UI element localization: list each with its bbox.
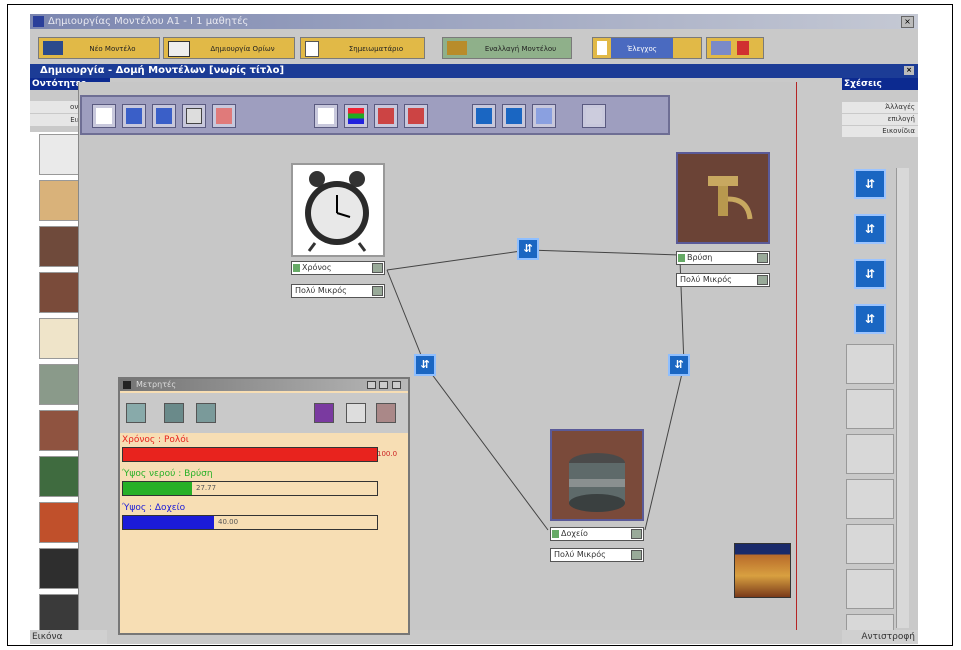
- link-faucet-pot: [644, 259, 685, 531]
- undo-button[interactable]: [582, 104, 606, 128]
- meter-bar: 27.77: [122, 481, 378, 496]
- dropdown-arrow-icon[interactable]: [757, 275, 768, 285]
- table2-button[interactable]: [404, 104, 428, 128]
- meters-dialog-titlebar: Μετρητές: [120, 379, 408, 391]
- dropdown-arrow-icon[interactable]: [757, 253, 768, 263]
- faucet-icon: [678, 154, 768, 242]
- faucet-name-field[interactable]: Βρύση: [676, 251, 770, 265]
- pause-button[interactable]: [472, 104, 496, 128]
- save-as-button[interactable]: [152, 104, 176, 128]
- undo-icon: [586, 108, 602, 124]
- link-clock-pot: [386, 269, 549, 531]
- dropdown-arrow-icon[interactable]: [631, 529, 642, 539]
- graph-button[interactable]: [314, 104, 338, 128]
- meter-bar: 100.0: [122, 447, 397, 462]
- meter-fill: [123, 482, 192, 495]
- relation-clock-pot-icon[interactable]: ⇵: [414, 354, 436, 376]
- dialog-close-button[interactable]: [392, 381, 401, 389]
- dialog-icon: [123, 381, 131, 389]
- save-button[interactable]: [122, 104, 146, 128]
- meter-bar: 40.00: [122, 515, 378, 530]
- minimize-button[interactable]: [367, 381, 376, 389]
- meter-fill: [123, 516, 214, 529]
- meters-dialog-toolbar: [120, 393, 408, 433]
- new-file-icon: [96, 108, 112, 124]
- stop-sim-icon: [506, 108, 522, 124]
- canvas-toolbar: [80, 95, 670, 135]
- meter-settings-button[interactable]: [346, 403, 366, 423]
- dropdown-arrow-icon[interactable]: [372, 286, 383, 296]
- meter-export-button[interactable]: [376, 403, 396, 423]
- scene-thumbnail[interactable]: [734, 543, 791, 598]
- meter-fill: [123, 448, 377, 461]
- meter-label: Χρόνος : Ρολόι: [122, 435, 189, 445]
- relation-faucet-pot-icon[interactable]: ⇵: [668, 354, 690, 376]
- faucet-size-select[interactable]: Πολύ Μικρός: [676, 273, 770, 287]
- pot-name-field[interactable]: Δοχείο: [550, 527, 644, 541]
- pause-icon: [476, 108, 492, 124]
- table2-icon: [408, 108, 424, 124]
- delete-button[interactable]: [212, 104, 236, 128]
- pot-node[interactable]: [550, 429, 644, 521]
- faucet-node[interactable]: [676, 152, 770, 244]
- meter-view-1-button[interactable]: [126, 403, 146, 423]
- checkbox[interactable]: [293, 264, 300, 272]
- graph-icon: [318, 108, 334, 124]
- meter-label: Ύψος : Δοχείο: [122, 503, 186, 513]
- maximize-button[interactable]: [379, 381, 388, 389]
- pot-size-select[interactable]: Πολύ Μικρός: [550, 548, 644, 562]
- print-icon: [186, 108, 202, 124]
- meter-value: 100.0: [377, 450, 398, 458]
- print-button[interactable]: [182, 104, 206, 128]
- alarm-clock-name-field[interactable]: Χρόνος: [291, 261, 385, 275]
- checkbox[interactable]: [552, 530, 559, 538]
- new-file-button[interactable]: [92, 104, 116, 128]
- checkbox[interactable]: [678, 254, 685, 262]
- meters-icon: [348, 108, 364, 124]
- meter-view-2-button[interactable]: [164, 403, 184, 423]
- run-button[interactable]: [532, 104, 556, 128]
- table-button[interactable]: [374, 104, 398, 128]
- meter-label: Ύψος νερού : Βρύση: [122, 469, 213, 479]
- stop-button[interactable]: [502, 104, 526, 128]
- meters-dialog: Μετρητές Χρόνος : Ρολόι 100.0 Ύψος νερού :…: [118, 377, 410, 635]
- pot-icon: [552, 431, 642, 519]
- meter-value: 27.77: [196, 484, 217, 492]
- relation-clock-faucet-icon[interactable]: ⇵: [517, 238, 539, 260]
- save-as-icon: [156, 108, 172, 124]
- delete-icon: [216, 108, 232, 124]
- meter-value: 40.00: [218, 518, 239, 526]
- meter-view-3-button[interactable]: [196, 403, 216, 423]
- run-icon: [536, 108, 552, 124]
- table-icon: [378, 108, 394, 124]
- dropdown-arrow-icon[interactable]: [372, 263, 383, 273]
- alarm-clock-icon: [305, 171, 369, 252]
- save-icon: [126, 108, 142, 124]
- dropdown-arrow-icon[interactable]: [631, 550, 642, 560]
- meters-button[interactable]: [344, 104, 368, 128]
- alarm-clock-size-select[interactable]: Πολύ Μικρός: [291, 284, 385, 298]
- alarm-clock-node[interactable]: [291, 163, 385, 257]
- meter-color-button[interactable]: [314, 403, 334, 423]
